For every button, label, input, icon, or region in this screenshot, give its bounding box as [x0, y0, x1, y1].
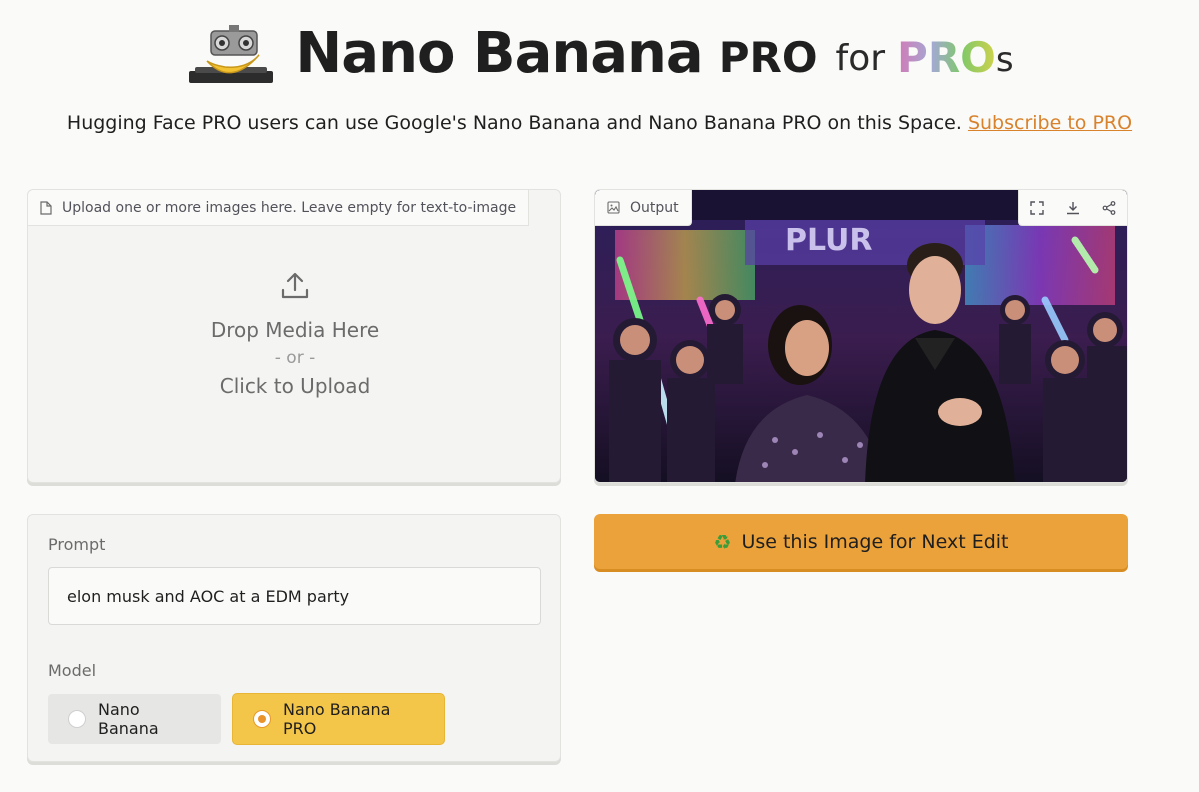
model-option-label: Nano Banana — [98, 700, 159, 738]
title-s: s — [995, 40, 1014, 80]
share-button[interactable] — [1091, 190, 1127, 226]
output-label: Output — [595, 190, 692, 226]
prompt-label: Prompt — [48, 535, 106, 554]
fullscreen-button[interactable] — [1019, 190, 1055, 226]
settings-panel: Prompt Model Nano Banana Nano Banana PRO — [27, 514, 561, 762]
next-edit-label: Use this Image for Next Edit — [741, 530, 1009, 553]
app-header: Nano Banana PRO for PRO s — [0, 14, 1199, 92]
upload-label: Upload one or more images here. Leave em… — [28, 190, 530, 226]
upload-label-text: Upload one or more images here. Leave em… — [62, 199, 517, 216]
upload-prompt[interactable]: Drop Media Here - or - Click to Upload — [28, 270, 562, 398]
model-option-label: Nano Banana PRO — [283, 700, 391, 738]
output-label-text: Output — [630, 199, 679, 216]
title-pros-gradient: PRO — [897, 32, 996, 82]
prompt-input[interactable] — [48, 567, 541, 625]
model-option-nano-banana[interactable]: Nano Banana — [48, 694, 221, 744]
radio-unselected-icon — [68, 710, 86, 728]
banana-logo — [189, 25, 274, 83]
image-icon — [607, 201, 620, 214]
or-separator: - or - — [274, 348, 316, 368]
download-button[interactable] — [1055, 190, 1091, 226]
plur-sign: PLUR — [785, 223, 873, 258]
radio-selected-icon — [253, 710, 271, 728]
recycle-icon: ♻ — [713, 529, 732, 554]
subtitle-text: Hugging Face PRO users can use Google's … — [66, 112, 968, 134]
title-main: Nano Banana — [295, 20, 703, 86]
click-to-upload-text[interactable]: Click to Upload — [28, 374, 562, 398]
model-option-nano-banana-pro[interactable]: Nano Banana PRO — [233, 694, 444, 744]
title-for: for — [835, 37, 886, 79]
drop-media-text: Drop Media Here — [210, 318, 380, 342]
title-pro: PRO — [718, 32, 818, 82]
subscribe-link[interactable]: Subscribe to PRO — [968, 112, 1132, 134]
output-image: PLUR — [595, 190, 1127, 482]
subtitle: Hugging Face PRO users can use Google's … — [0, 112, 1199, 134]
output-toolbar — [1018, 190, 1127, 226]
image-upload-dropzone[interactable]: Upload one or more images here. Leave em… — [27, 189, 561, 483]
output-image-panel: PLUR Output — [594, 189, 1128, 483]
download-icon — [1067, 201, 1079, 214]
model-label: Model — [48, 661, 97, 680]
use-image-next-edit-button[interactable]: ♻ Use this Image for Next Edit — [594, 514, 1128, 569]
fullscreen-icon — [1030, 200, 1044, 215]
file-icon — [40, 200, 52, 215]
share-icon — [1102, 200, 1116, 215]
upload-icon — [281, 272, 309, 299]
